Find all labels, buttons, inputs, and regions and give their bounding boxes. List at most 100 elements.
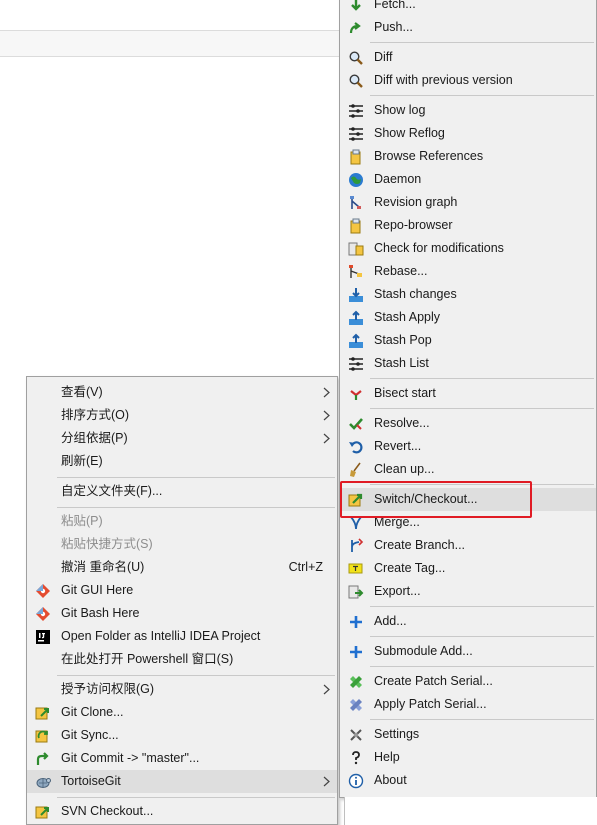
menu-item-diff[interactable]: Diff — [340, 46, 596, 69]
annotation-highlight-box — [340, 481, 532, 518]
menu-item-clean-up[interactable]: Clean up... — [340, 458, 596, 481]
submenu-arrow-icon — [323, 387, 330, 398]
menu-item-revert[interactable]: Revert... — [340, 435, 596, 458]
submenu-arrow-icon — [323, 433, 330, 444]
menu-item-stash-list[interactable]: Stash List — [340, 352, 596, 375]
git-clone-icon — [35, 707, 49, 720]
menu-separator — [370, 719, 594, 720]
menu-separator — [57, 675, 335, 676]
check-modifications-icon — [348, 242, 364, 256]
menu-separator — [370, 636, 594, 637]
menu-item-create-branch[interactable]: Create Branch... — [340, 534, 596, 557]
menu-item-browse-references[interactable]: Browse References — [340, 145, 596, 168]
add-icon — [350, 616, 362, 628]
create-branch-icon — [351, 538, 364, 552]
create-patch-icon — [350, 676, 362, 688]
menu-separator — [370, 606, 594, 607]
log-icon — [349, 104, 363, 118]
menu-item-git-bash[interactable]: Git Bash Here — [27, 602, 337, 625]
daemon-icon — [349, 173, 363, 187]
repo-browser-icon — [350, 218, 361, 234]
menu-item-rebase[interactable]: Rebase... — [340, 260, 596, 283]
menu-item-stash-apply[interactable]: Stash Apply — [340, 306, 596, 329]
export-icon — [348, 585, 364, 599]
menu-item-git-commit[interactable]: Git Commit -> "master"... — [27, 747, 337, 770]
menu-item-sort-by[interactable]: 排序方式(O) — [27, 404, 337, 427]
menu-item-revision-graph[interactable]: Revision graph — [340, 191, 596, 214]
submenu-arrow-icon — [323, 684, 330, 695]
submenu-arrow-icon — [323, 410, 330, 421]
resolve-icon — [349, 418, 363, 430]
menu-item-push[interactable]: Push... — [340, 16, 596, 39]
menu-separator — [370, 666, 594, 667]
menu-item-group-by[interactable]: 分组依据(P) — [27, 427, 337, 450]
git-commit-icon — [36, 752, 49, 765]
menu-item-add[interactable]: Add... — [340, 610, 596, 633]
explorer-context-menu: 查看(V) 排序方式(O) 分组依据(P) 刷新(E) 自定义文件夹(F)...… — [26, 376, 338, 825]
stash-list-icon — [349, 357, 363, 371]
menu-item-apply-patch-serial[interactable]: Apply Patch Serial... — [340, 693, 596, 716]
menu-item-git-clone[interactable]: Git Clone... — [27, 701, 337, 724]
menu-item-repo-browser[interactable]: Repo-browser — [340, 214, 596, 237]
menu-item-undo-rename[interactable]: 撤消 重命名(U) Ctrl+Z — [27, 556, 337, 579]
explorer-header-strip — [0, 30, 340, 57]
menu-item-show-reflog[interactable]: Show Reflog — [340, 122, 596, 145]
menu-item-settings[interactable]: Settings — [340, 723, 596, 746]
about-icon — [348, 773, 364, 789]
menu-item-diff-previous[interactable]: Diff with previous version — [340, 69, 596, 92]
rebase-icon — [349, 265, 362, 278]
menu-separator — [57, 477, 335, 478]
menu-item-create-tag[interactable]: Create Tag... — [340, 557, 596, 580]
menu-item-bisect-start[interactable]: Bisect start — [340, 382, 596, 405]
bisect-icon — [350, 390, 362, 400]
submodule-add-icon — [350, 646, 362, 658]
menu-item-resolve[interactable]: Resolve... — [340, 412, 596, 435]
menu-item-fetch[interactable]: Fetch... — [340, 0, 596, 16]
svn-checkout-icon — [35, 806, 49, 819]
menu-item-export[interactable]: Export... — [340, 580, 596, 603]
tortoisegit-icon — [36, 778, 51, 788]
cleanup-icon — [350, 462, 361, 477]
menu-item-customize-folder[interactable]: 自定义文件夹(F)... — [27, 480, 337, 503]
menu-separator — [370, 95, 594, 96]
menu-separator — [370, 42, 594, 43]
menu-item-intellij[interactable]: Open Folder as IntelliJ IDEA Project — [27, 625, 337, 648]
fetch-icon — [351, 0, 361, 11]
menu-item-stash-changes[interactable]: Stash changes — [340, 283, 596, 306]
menu-item-grant-access[interactable]: 授予访问权限(G) — [27, 678, 337, 701]
create-tag-icon — [348, 563, 363, 574]
menu-item-check-modifications[interactable]: Check for modifications — [340, 237, 596, 260]
menu-item-show-log[interactable]: Show log — [340, 99, 596, 122]
menu-item-svn-checkout[interactable]: SVN Checkout... — [27, 800, 337, 823]
menu-item-view[interactable]: 查看(V) — [27, 381, 337, 404]
git-bash-icon — [36, 607, 50, 621]
stash-changes-icon — [349, 288, 363, 302]
push-icon — [349, 22, 361, 34]
apply-patch-icon — [350, 699, 362, 711]
menu-item-git-sync[interactable]: Git Sync... — [27, 724, 337, 747]
menu-item-refresh[interactable]: 刷新(E) — [27, 450, 337, 473]
stash-pop-icon — [349, 333, 363, 348]
help-icon — [352, 751, 360, 765]
git-sync-icon — [35, 730, 48, 743]
menu-item-about[interactable]: About — [340, 769, 596, 792]
menu-item-daemon[interactable]: Daemon — [340, 168, 596, 191]
stash-apply-icon — [349, 310, 363, 325]
menu-item-help[interactable]: Help — [340, 746, 596, 769]
diff-previous-icon — [349, 74, 363, 88]
menu-item-paste-shortcut[interactable]: 粘贴快捷方式(S) — [27, 533, 337, 556]
tortoisegit-submenu: Fetch... Push... Diff Diff with previous… — [339, 0, 597, 798]
menu-item-submodule-add[interactable]: Submodule Add... — [340, 640, 596, 663]
menu-item-git-gui[interactable]: Git GUI Here — [27, 579, 337, 602]
menu-separator — [370, 408, 594, 409]
menu-item-create-patch-serial[interactable]: Create Patch Serial... — [340, 670, 596, 693]
menu-item-open-powershell[interactable]: 在此处打开 Powershell 窗口(S) — [27, 648, 337, 671]
menu-item-stash-pop[interactable]: Stash Pop — [340, 329, 596, 352]
revert-icon — [349, 441, 363, 454]
menu-item-paste[interactable]: 粘贴(P) — [27, 510, 337, 533]
menu-item-tortoisegit[interactable]: TortoiseGit — [27, 770, 337, 793]
menu-separator — [57, 797, 335, 798]
explorer-window-edge — [344, 797, 597, 825]
shortcut-label: Ctrl+Z — [288, 560, 323, 574]
submenu-arrow-icon — [323, 776, 330, 787]
